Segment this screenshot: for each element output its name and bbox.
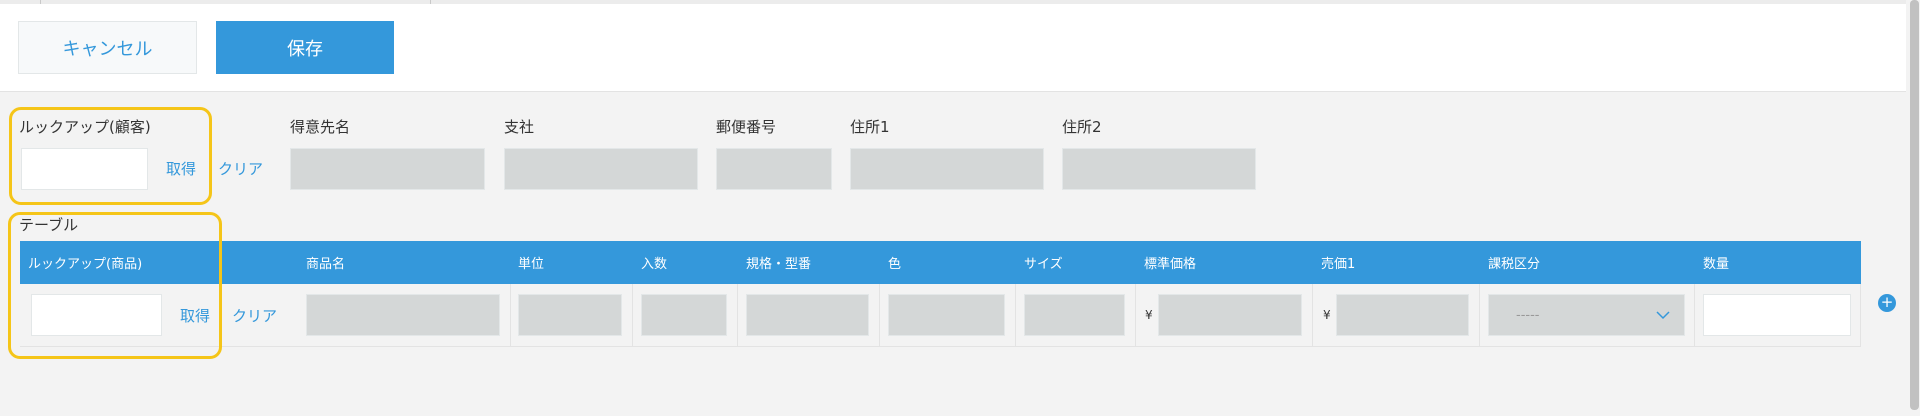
address1-field: [850, 148, 1044, 190]
address2-label: 住所2: [1062, 118, 1102, 136]
column-divider: [510, 284, 511, 347]
chevron-down-icon: [1656, 310, 1670, 319]
column-header-model-number: 規格・型番: [746, 257, 812, 272]
postal-code-label: 郵便番号: [716, 118, 777, 136]
scrollbar-thumb[interactable]: [1910, 0, 1919, 410]
address2-field: [1062, 148, 1256, 190]
column-divider: [1860, 284, 1861, 347]
plus-circle-icon[interactable]: +: [1878, 294, 1896, 312]
currency-symbol: ¥: [1145, 308, 1153, 322]
tab-divider: [430, 0, 431, 4]
save-button[interactable]: 保存: [216, 21, 394, 74]
product-name-cell: [306, 294, 500, 336]
column-header-quantity: 数量: [1703, 257, 1730, 272]
column-header-tax-category: 課税区分: [1488, 257, 1541, 272]
column-header-size: サイズ: [1024, 257, 1063, 272]
model-number-cell: [746, 294, 869, 336]
branch-field: [504, 148, 698, 190]
color-cell: [888, 294, 1005, 336]
size-cell: [1024, 294, 1125, 336]
column-divider: [1694, 284, 1695, 347]
postal-code-field: [716, 148, 832, 190]
column-divider: [879, 284, 880, 347]
sale-price1-cell: [1336, 294, 1469, 336]
column-divider: [1312, 284, 1313, 347]
customer-name-field: [290, 148, 485, 190]
table-header: [20, 241, 1861, 284]
top-divider: [0, 0, 1906, 4]
address1-label: 住所1: [850, 118, 890, 136]
column-header-color: 色: [888, 257, 902, 272]
standard-price-cell: [1158, 294, 1302, 336]
currency-symbol: ¥: [1323, 308, 1331, 322]
branch-label: 支社: [504, 118, 535, 136]
column-divider: [1135, 284, 1136, 347]
quantity-input[interactable]: [1703, 294, 1851, 336]
column-header-unit: 単位: [518, 257, 545, 272]
column-divider: [1479, 284, 1480, 347]
tax-category-select[interactable]: -----: [1488, 294, 1685, 336]
column-header-standard-price: 標準価格: [1144, 257, 1197, 272]
tax-category-value: -----: [1516, 307, 1540, 323]
column-header-quantity-per-case: 入数: [641, 257, 668, 272]
column-divider: [1015, 284, 1016, 347]
unit-cell: [518, 294, 622, 336]
product-clear-link[interactable]: クリア: [232, 305, 277, 326]
column-divider: [737, 284, 738, 347]
column-divider: [632, 284, 633, 347]
column-header-sale-price1: 売価1: [1321, 257, 1356, 272]
tab-divider: [40, 0, 41, 4]
product-lookup-highlight: [8, 212, 222, 359]
customer-lookup-highlight: [9, 107, 212, 205]
column-header-product-name: 商品名: [306, 257, 346, 272]
quantity-per-case-cell: [641, 294, 727, 336]
cancel-button[interactable]: キャンセル: [18, 21, 197, 74]
customer-name-label: 得意先名: [290, 118, 351, 136]
customer-clear-link[interactable]: クリア: [218, 158, 263, 179]
